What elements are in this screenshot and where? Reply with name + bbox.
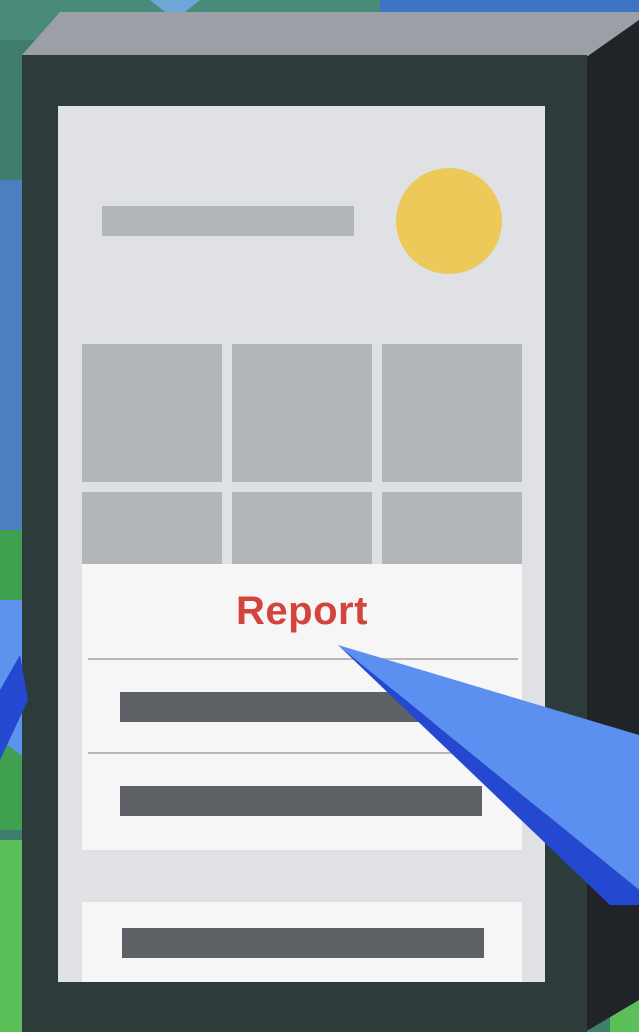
menu-item[interactable]	[82, 660, 522, 752]
header-placeholder-bar	[102, 206, 354, 236]
grid-tile[interactable]	[232, 344, 372, 482]
menu-item-placeholder-bar	[120, 692, 482, 722]
bottom-card-placeholder-bar	[122, 928, 484, 958]
report-label: Report	[236, 588, 368, 633]
device-top-face	[22, 12, 639, 58]
phone-screen: Report	[58, 106, 545, 982]
grid-tile[interactable]	[82, 344, 222, 482]
menu-item-placeholder-bar	[120, 786, 482, 816]
bottom-card[interactable]	[82, 902, 522, 982]
grid-tile[interactable]	[382, 344, 522, 482]
grid-tile[interactable]	[82, 492, 222, 564]
action-menu: Report	[82, 564, 522, 850]
avatar[interactable]	[396, 168, 502, 274]
grid-tile[interactable]	[232, 492, 372, 564]
device-side-face	[585, 20, 639, 1032]
grid-tile[interactable]	[382, 492, 522, 564]
report-menu-item[interactable]: Report	[82, 564, 522, 658]
menu-item[interactable]	[82, 754, 522, 846]
